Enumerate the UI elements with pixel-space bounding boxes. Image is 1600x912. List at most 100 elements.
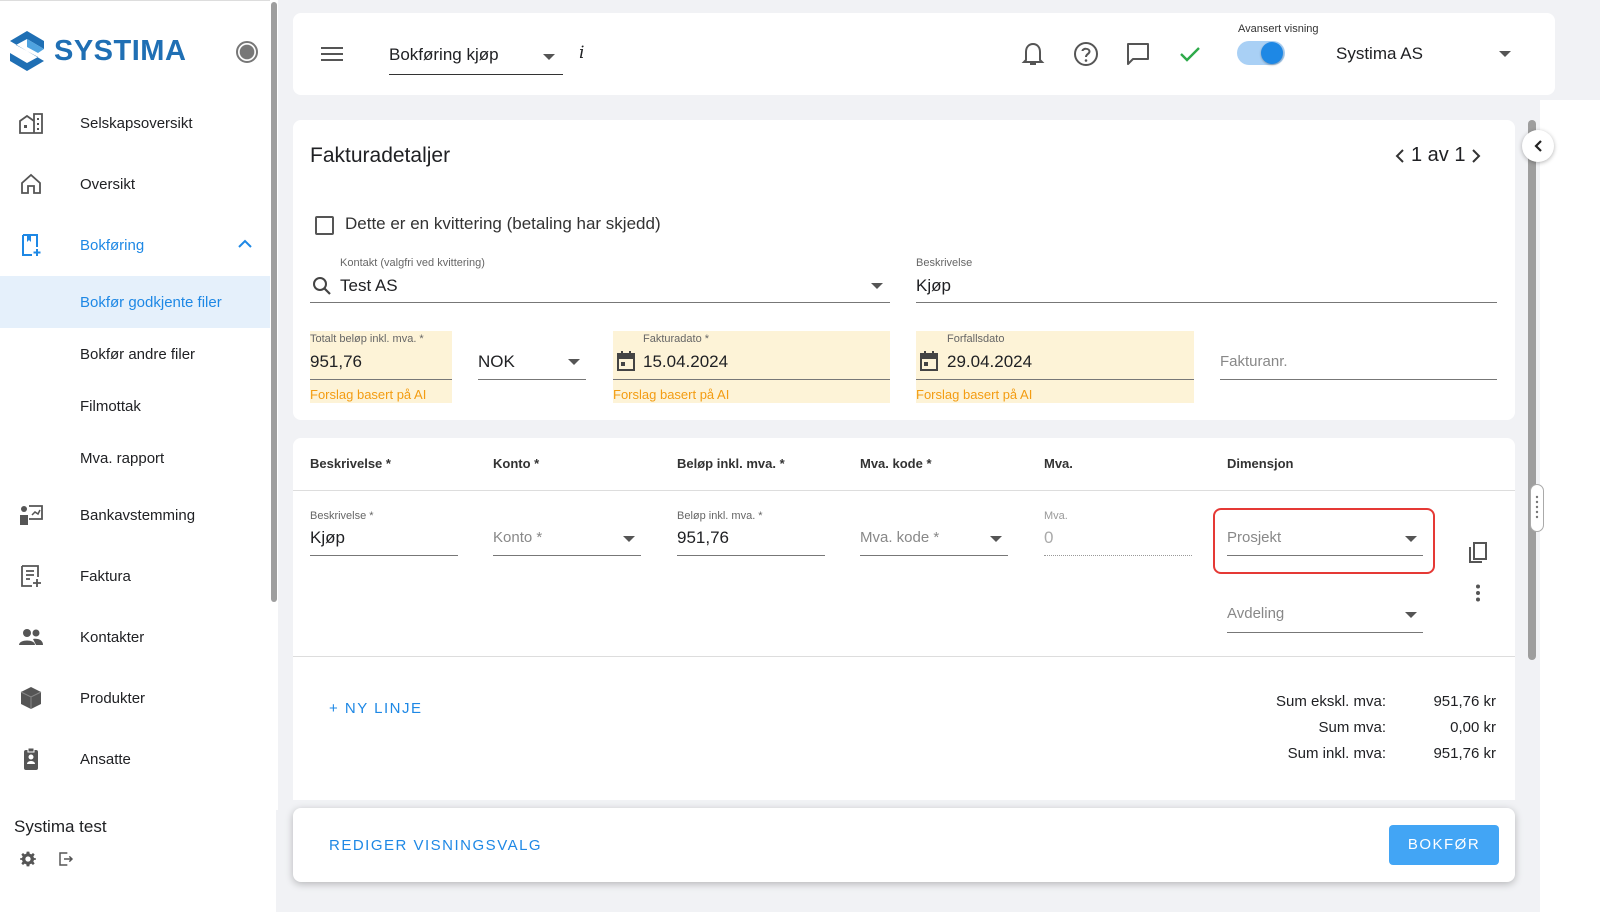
- main-scrollbar[interactable]: [1528, 120, 1536, 660]
- chevron-down-icon[interactable]: [568, 359, 580, 365]
- column-header: Beskrivelse *: [310, 456, 391, 471]
- chevron-down-icon[interactable]: [1405, 612, 1417, 618]
- advanced-view-toggle[interactable]: [1237, 41, 1285, 65]
- vat-input: 0: [1044, 528, 1054, 547]
- project-select[interactable]: Prosjekt: [1227, 529, 1281, 546]
- chevron-down-icon[interactable]: [1499, 51, 1511, 57]
- vat-code-underline: [860, 555, 1008, 556]
- bank-reconciliation-icon: [20, 505, 43, 525]
- check-icon[interactable]: [1179, 45, 1201, 63]
- sidebar-scrollbar[interactable]: [271, 2, 277, 602]
- line-description-input[interactable]: Kjøp: [310, 528, 345, 548]
- info-icon[interactable]: i: [579, 43, 584, 63]
- chevron-left-icon[interactable]: [1395, 148, 1405, 164]
- sum-label: Sum inkl. mva:: [1287, 745, 1386, 762]
- sidebar-item-produkter[interactable]: Produkter: [0, 672, 276, 724]
- receipt-checkbox[interactable]: [315, 216, 334, 235]
- ai-hint: Forslag basert på AI: [613, 387, 730, 402]
- description-input[interactable]: Kjøp: [916, 276, 951, 296]
- sidebar-item-label: Ansatte: [80, 750, 131, 768]
- line-amount-underline: [677, 555, 825, 556]
- total-amount-input[interactable]: 951,76: [310, 352, 362, 372]
- sidebar-item-bankavstemming[interactable]: Bankavstemming: [0, 489, 276, 541]
- sidebar-item-oversikt[interactable]: Oversikt: [0, 158, 276, 210]
- module-select-value: Bokføring kjøp: [389, 45, 499, 64]
- systima-logo-icon: [10, 31, 44, 71]
- bokfor-button[interactable]: BOKFØR: [1389, 825, 1499, 865]
- more-vert-icon[interactable]: [1475, 584, 1481, 602]
- help-icon[interactable]: [1073, 41, 1099, 67]
- side-panel: [1540, 100, 1600, 912]
- chevron-down-icon[interactable]: [990, 536, 1002, 542]
- chevron-down-icon[interactable]: [871, 283, 883, 289]
- menu-icon[interactable]: [321, 46, 343, 62]
- sidebar-item-ansatte[interactable]: Ansatte: [0, 733, 276, 785]
- sidebar-item-mva-rapport[interactable]: Mva. rapport: [0, 432, 276, 484]
- sidebar-item-label: Bokfør andre filer: [80, 345, 196, 363]
- sidebar-item-label: Bankavstemming: [80, 506, 196, 524]
- account-select[interactable]: Konto *: [493, 529, 542, 546]
- toggle-knob: [1261, 42, 1283, 64]
- sidebar-item-label: Bokfør godkjente filer: [80, 293, 222, 311]
- contact-underline: [310, 302, 890, 303]
- department-underline: [1227, 632, 1423, 633]
- sidebar-item-selskapsoversikt[interactable]: Selskapsoversikt: [0, 97, 276, 149]
- bell-icon[interactable]: [1021, 41, 1045, 67]
- sidebar-item-label: Oversikt: [80, 175, 136, 193]
- description-underline: [916, 302, 1497, 303]
- sum-value: 0,00 kr: [1450, 719, 1496, 736]
- top-bar: Bokføring kjøp i Avansert visning Systim…: [293, 13, 1555, 95]
- copy-icon[interactable]: [1467, 542, 1489, 566]
- contact-input[interactable]: Test AS: [340, 276, 398, 296]
- sum-value: 951,76 kr: [1433, 693, 1496, 710]
- invoice-details-card: Fakturadetaljer 1 av 1 Dette er en kvitt…: [293, 120, 1515, 420]
- pager: 1 av 1: [1395, 144, 1481, 167]
- sidebar-item-filmottak[interactable]: Filmottak: [0, 380, 276, 432]
- line-description-underline: [310, 555, 458, 556]
- chat-icon[interactable]: [1125, 41, 1151, 67]
- header-divider: [293, 490, 1515, 491]
- pager-text: 1 av 1: [1411, 144, 1466, 166]
- row-divider: [293, 656, 1515, 657]
- line-amount-input[interactable]: 951,76: [677, 528, 729, 548]
- invoice-date-input[interactable]: 15.04.2024: [643, 352, 728, 372]
- invoice-number-input[interactable]: Fakturanr.: [1220, 353, 1288, 370]
- logout-icon[interactable]: [58, 851, 74, 867]
- chevron-down-icon[interactable]: [623, 536, 635, 542]
- company-overview-icon: [19, 113, 43, 134]
- sidebar-item-bokfor-andre-filer[interactable]: Bokfør andre filer: [0, 328, 276, 380]
- receipt-checkbox-label[interactable]: Dette er en kvittering (betaling har skj…: [345, 214, 661, 234]
- gear-icon[interactable]: [20, 851, 36, 867]
- panel-toggle-button[interactable]: [1522, 130, 1554, 162]
- sidebar: SYSTIMA Selskapsoversikt Oversikt Bokfør…: [0, 0, 276, 912]
- panel-resize-handle[interactable]: [1530, 484, 1544, 532]
- sum-label: Sum mva:: [1318, 719, 1386, 736]
- chevron-right-icon[interactable]: [1471, 148, 1481, 164]
- sidebar-item-label: Faktura: [80, 567, 131, 585]
- sidebar-item-kontakter[interactable]: Kontakter: [0, 611, 276, 663]
- chevron-down-icon[interactable]: [1405, 536, 1417, 542]
- company-name: Systima test: [14, 817, 107, 836]
- sidebar-item-faktura[interactable]: Faktura: [0, 550, 276, 602]
- edit-view-button[interactable]: REDIGER VISNINGSVALG: [329, 837, 542, 854]
- due-date-input[interactable]: 29.04.2024: [947, 352, 1032, 372]
- module-select[interactable]: Bokføring kjøp: [389, 37, 563, 75]
- currency-select[interactable]: NOK: [478, 352, 515, 372]
- sidebar-item-bokfor-godkjente-filer[interactable]: Bokfør godkjente filer: [0, 276, 276, 328]
- currency-underline: [478, 379, 586, 380]
- logo[interactable]: SYSTIMA: [8, 29, 186, 73]
- contact-label: Kontakt (valgfri ved kvittering): [340, 257, 485, 269]
- vat-code-select[interactable]: Mva. kode *: [860, 529, 939, 546]
- due-date-underline: [916, 379, 1194, 380]
- sidebar-item-label: Produkter: [80, 689, 146, 707]
- theme-toggle-icon[interactable]: [236, 41, 258, 63]
- company-select[interactable]: Systima AS: [1336, 44, 1423, 64]
- sidebar-item-bokforing[interactable]: Bokføring: [0, 219, 276, 271]
- new-line-button[interactable]: + NY LINJE: [329, 700, 423, 717]
- employees-icon: [24, 747, 38, 770]
- chevron-down-icon: [543, 54, 555, 60]
- calendar-icon[interactable]: [615, 350, 637, 372]
- department-select[interactable]: Avdeling: [1227, 605, 1284, 622]
- invoice-date-label: Fakturadato *: [643, 333, 710, 345]
- calendar-icon[interactable]: [918, 350, 940, 372]
